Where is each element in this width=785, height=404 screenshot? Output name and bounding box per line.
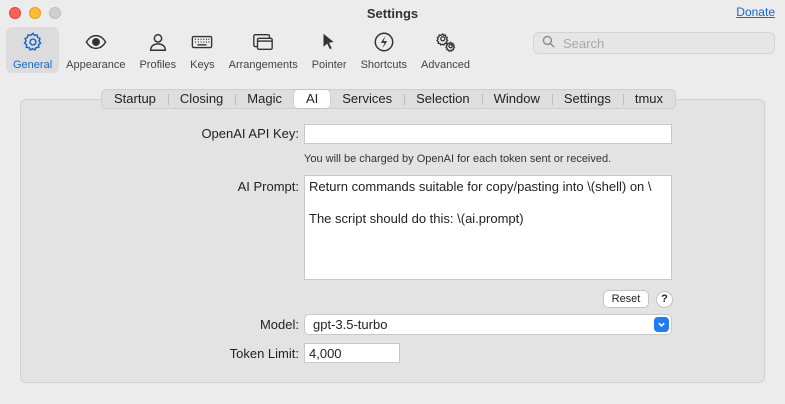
- tab-window[interactable]: Window: [481, 90, 552, 108]
- tab-closing[interactable]: Closing: [167, 90, 235, 108]
- model-value: gpt-3.5-turbo: [313, 317, 388, 332]
- tab-tmux[interactable]: tmux: [622, 90, 675, 108]
- token-limit-field[interactable]: [304, 343, 400, 363]
- pointer-icon: [318, 31, 340, 56]
- gears-icon: [435, 31, 457, 56]
- tab-ai[interactable]: AI: [293, 90, 331, 108]
- settings-window: Settings Donate General Appearance Profi…: [0, 0, 785, 404]
- prompt-line: Return commands suitable for copy/pastin…: [309, 179, 652, 194]
- toolbar-label: Advanced: [421, 59, 470, 71]
- toolbar-label: General: [13, 59, 53, 71]
- keyboard-icon: [191, 31, 213, 56]
- toolbar-pointer[interactable]: Pointer: [305, 27, 354, 73]
- toolbar-arrangements[interactable]: Arrangements: [222, 27, 305, 73]
- gear-icon: [22, 31, 44, 56]
- toolbar-shortcuts[interactable]: Shortcuts: [354, 27, 414, 73]
- bolt-icon: [373, 31, 395, 56]
- toolbar-general[interactable]: General: [6, 27, 60, 73]
- toolbar-label: Appearance: [66, 59, 126, 71]
- toolbar-label: Pointer: [311, 59, 347, 71]
- search-field[interactable]: [533, 32, 775, 54]
- donate-link[interactable]: Donate: [736, 5, 775, 19]
- windows-icon: [252, 31, 274, 56]
- search-input[interactable]: [561, 34, 765, 52]
- ai-prompt-textarea[interactable]: Return commands suitable for copy/pastin…: [304, 175, 672, 280]
- window-title: Settings: [366, 6, 419, 21]
- eye-icon: [85, 31, 107, 56]
- search-icon: [542, 35, 555, 51]
- charge-note: You will be charged by OpenAI for each t…: [304, 153, 612, 165]
- settings-toolbar: General Appearance Profiles Keys Arrange…: [6, 27, 477, 73]
- prompt-line: The script should do this: \(ai.prompt): [309, 211, 524, 226]
- tab-settings[interactable]: Settings: [551, 90, 623, 108]
- model-select[interactable]: gpt-3.5-turbo: [304, 314, 672, 335]
- toolbar-advanced[interactable]: Advanced: [414, 27, 477, 73]
- api-key-field[interactable]: [304, 124, 672, 144]
- toolbar-label: Arrangements: [228, 59, 298, 71]
- general-tabs: Startup Closing Magic AI Services Select…: [101, 89, 677, 109]
- prompt-line: [309, 195, 667, 211]
- toolbar-profiles[interactable]: Profiles: [132, 27, 183, 73]
- person-icon: [147, 31, 169, 56]
- tab-startup[interactable]: Startup: [102, 90, 168, 108]
- model-label: Model:: [259, 317, 299, 332]
- chevron-down-icon: [654, 317, 669, 332]
- tab-magic[interactable]: Magic: [235, 90, 294, 108]
- api-key-label: OpenAI API Key:: [201, 126, 299, 141]
- tab-selection[interactable]: Selection: [404, 90, 481, 108]
- toolbar-label: Profiles: [139, 59, 177, 71]
- help-button[interactable]: ?: [656, 291, 673, 308]
- ai-prompt-label: AI Prompt:: [237, 179, 299, 194]
- tab-services[interactable]: Services: [330, 90, 404, 108]
- token-limit-label: Token Limit:: [229, 346, 299, 361]
- toolbar-appearance[interactable]: Appearance: [59, 27, 132, 73]
- toolbar-label: Keys: [190, 59, 215, 71]
- toolbar-label: Shortcuts: [360, 59, 408, 71]
- reset-button[interactable]: Reset: [603, 290, 649, 308]
- toolbar-keys[interactable]: Keys: [183, 27, 221, 73]
